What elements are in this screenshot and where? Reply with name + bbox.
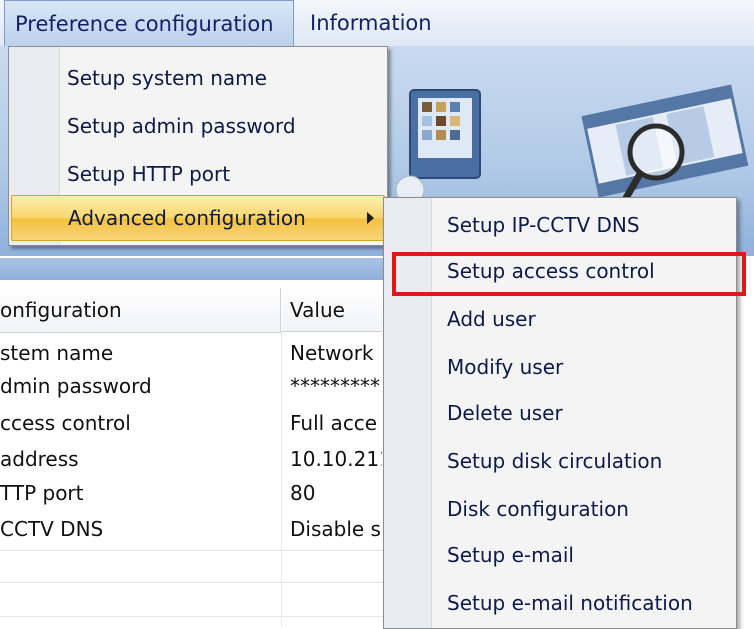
row-divider	[0, 550, 384, 551]
table-row-name: stem name	[0, 341, 114, 365]
menu-item-setup-disk-circulation[interactable]: Setup disk circulation	[447, 438, 662, 484]
menu-item-setup-admin-password[interactable]: Setup admin password	[67, 103, 296, 149]
row-divider	[0, 582, 384, 583]
annotation-highlight-box	[392, 252, 746, 296]
column-header-value[interactable]: Value	[282, 288, 382, 332]
menu-item-add-user[interactable]: Add user	[447, 296, 536, 342]
submenu-arrow-icon	[367, 212, 374, 224]
menu-item-disk-configuration[interactable]: Disk configuration	[447, 486, 629, 532]
table-row-name: CCTV DNS	[0, 517, 104, 541]
menu-item-setup-e-mail-notification[interactable]: Setup e-mail notification	[447, 580, 693, 626]
menu-item-advanced-configuration[interactable]: Advanced configuration	[11, 195, 385, 241]
table-row-name: ccess control	[0, 411, 131, 435]
menu-item-setup-http-port[interactable]: Setup HTTP port	[67, 151, 230, 197]
table-row-value: 80	[290, 481, 316, 505]
menu-item-setup-ip-cctv-dns[interactable]: Setup IP-CCTV DNS	[447, 202, 640, 248]
table-row-name: dmin password	[0, 374, 152, 398]
table-row-value: Network	[290, 341, 374, 365]
table-row-value: *********	[290, 374, 380, 398]
configuration-table: onfiguration Value stem name Network dmi…	[0, 282, 384, 627]
menu-item-modify-user[interactable]: Modify user	[447, 344, 563, 390]
banner-strip	[0, 258, 384, 280]
table-row-name: TTP port	[0, 481, 84, 505]
table-row-value: Disable s	[290, 517, 381, 541]
menu-bar: Preference configuration Information	[0, 0, 754, 47]
table-row-name: address	[0, 447, 79, 471]
menu-item-label: Advanced configuration	[68, 206, 306, 230]
row-divider	[0, 616, 384, 617]
table-row-value: Full acce	[290, 411, 378, 435]
menu-item-setup-e-mail[interactable]: Setup e-mail	[447, 532, 574, 578]
preference-dropdown-menu: Setup system name Setup admin password S…	[8, 46, 388, 246]
table-row-value: 10.10.211	[290, 447, 382, 471]
menu-preference-configuration[interactable]: Preference configuration	[4, 0, 294, 46]
column-header-configuration[interactable]: onfiguration	[0, 288, 281, 333]
menu-information[interactable]: Information	[300, 0, 442, 46]
menu-item-setup-system-name[interactable]: Setup system name	[67, 55, 267, 101]
menu-item-delete-user[interactable]: Delete user	[447, 390, 563, 436]
